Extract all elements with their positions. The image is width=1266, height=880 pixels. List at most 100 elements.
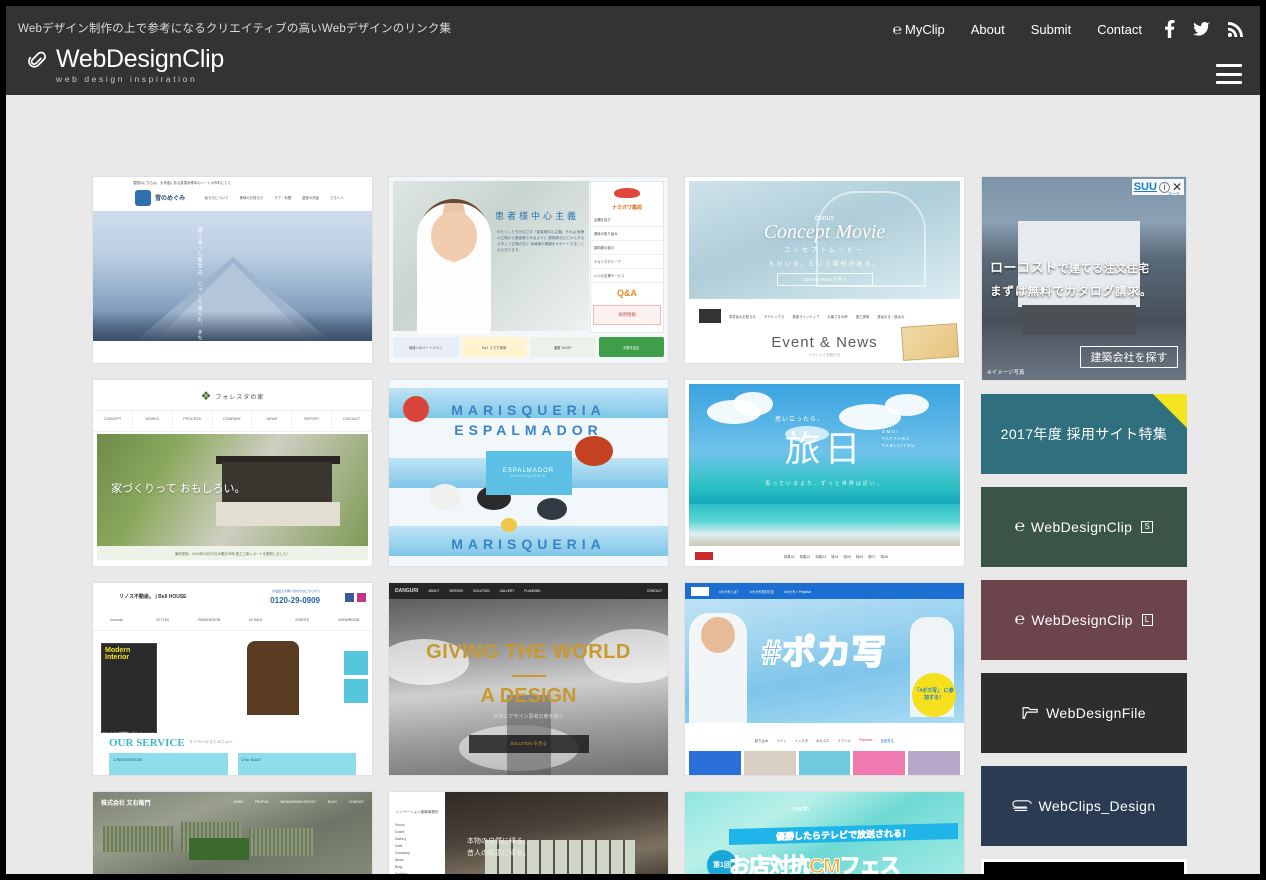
hamburger-bar xyxy=(1216,64,1242,67)
promo-label: WebDesignClip xyxy=(1031,612,1133,628)
thumb-menu-item: いつの支援サービス xyxy=(594,274,625,278)
thumb-footer-link: 特08 xyxy=(880,554,888,559)
romaji-line: OMOI xyxy=(881,429,900,434)
card-tabijitsu[interactable]: 思い立ったら、 旅日 OMOI TATTARA TABIJITSU 思っているよ… xyxy=(684,379,965,567)
card-foresta-no-ie[interactable]: ❖ フォレスタの家 CONCEPT WORKS PROCESS COMPANY … xyxy=(92,379,373,567)
thumb-title-line1: GIVING THE WORLD xyxy=(426,641,631,663)
instagram-icon xyxy=(357,593,366,602)
thumb-menu-item: ナカジマグループ xyxy=(594,260,621,264)
tile xyxy=(798,751,851,775)
service-card-label: 1 RENOVATION xyxy=(113,757,143,762)
thumb-title-top: MARISQUERIA xyxy=(451,402,606,418)
thumb-nav-item: SERVICE xyxy=(449,589,464,593)
thumbnail-image: 雪国のにちらは、大事金にある豪雪地帯本のハートの市町にとに 雪のめぐみ 私たちに… xyxy=(93,177,372,363)
thumb-nav-item: さらへへ xyxy=(330,196,344,200)
thumb-caption: インテリア雑誌 『Modern Interior』 掲載物件はコチラ！ xyxy=(101,731,203,736)
thumb-title: お店対抗CMフェス xyxy=(729,855,902,875)
thumb-nav-item: Gallery xyxy=(395,837,407,841)
thumb-nav-item: CONTACT xyxy=(646,589,662,593)
card-renovation-kenchiku[interactable]: リノベーション建築事務所 Vision Guide Gallery Café C… xyxy=(388,791,669,874)
thumb-brand-mark xyxy=(695,552,713,560)
promo-size-badge: S xyxy=(1141,521,1154,533)
thumb-nav-item: お客さまの声 xyxy=(827,314,848,319)
card-matazaemon-farm[interactable]: 株式会社 又右衛門 NEWS PROFILE MATAZAEMON SELECT… xyxy=(92,791,373,874)
card-omise-taikou-cm-fes[interactable]: earth 優勝したらテレビで放送される！ 第1回 お店対抗CMフェス xyxy=(684,791,965,874)
tile xyxy=(853,751,906,775)
card-rinos-bell-house[interactable]: リノス不動産。 | Bell HOUSE お電話でお問い合わせはこちらから 01… xyxy=(92,582,373,776)
logo-title: WebDesignClip xyxy=(56,45,224,73)
rss-icon[interactable] xyxy=(1219,20,1252,39)
magazine-cover: Modern Interior xyxy=(101,643,157,733)
card-nakagawa-pharmacy[interactable]: 患者様中心主義 わたくしたちが目ざす「患者様中心主義」それは 医療の立場から患者… xyxy=(388,176,669,364)
ad-network-name: SUU xyxy=(1133,181,1157,193)
thumb-footer: 最終更新：2016年03月23日水曜日05時 施工工事レポートを更新しました！ xyxy=(97,546,368,560)
thumb-brand-name: フォレスタの家 xyxy=(215,394,265,401)
nav-myclip[interactable]: ℮ MyClip xyxy=(880,19,958,39)
thumb-footer xyxy=(93,341,372,363)
field-plot xyxy=(103,826,173,852)
nav-submit[interactable]: Submit xyxy=(1018,20,1084,39)
thumb-band: 優勝したらテレビで放送される！ xyxy=(729,823,958,845)
thumb-footer-link: 特集02 xyxy=(799,554,811,559)
thumb-menu-item: 店舗を探す xyxy=(594,218,611,222)
thumb-hero xyxy=(93,211,372,363)
thumb-nav-item: 選ばれる・選ばれ xyxy=(877,314,905,319)
tile xyxy=(908,751,960,775)
thumb-cta-button: Concept Movie を見る xyxy=(776,273,873,286)
thumbnail-image: MARISQUERIA ESPALMADOR MARISQUERIA ESPAL… xyxy=(389,380,668,566)
sidebar: SUU i ✕ スーモ ローコストで建てる注文住宅 まずは無料でカタログ請求。 … xyxy=(981,176,1187,874)
twitter-icon[interactable] xyxy=(1184,20,1219,38)
thumb-brand-mark xyxy=(691,586,709,596)
thumb-nav: CONCEPT WORKS PROCESS COMPANY NEWS REPOR… xyxy=(93,410,372,432)
cta-label: SOLUTION を見る xyxy=(510,741,547,746)
card-giving-the-world-a-design[interactable]: DANGURI ABOUT SERVICE SOLUTION GALLERY P… xyxy=(388,582,669,776)
card-pokasha-pocari[interactable]: #ポカ写とは？ #ポカ写参加方法 #ポカ写 × Pepbeat ‌ #ポカ写 xyxy=(684,582,965,776)
hamburger-menu-icon[interactable] xyxy=(1216,64,1242,84)
romaji-line: TABIJITSU xyxy=(881,443,916,448)
thumb-brand-name: earth xyxy=(793,806,809,813)
promo-webclips-design[interactable]: WebClips_Design xyxy=(981,766,1187,846)
card-marisqueria-espalmador[interactable]: MARISQUERIA ESPALMADOR MARISQUERIA ESPAL… xyxy=(388,379,669,567)
thumb-nav-item: News xyxy=(395,858,404,862)
deer-shape xyxy=(247,641,299,715)
thumb-nav-item: Blog xyxy=(395,865,403,869)
thumb-tel-note: お電話でお問い合わせはこちらから xyxy=(271,589,320,593)
card-bonus-concept-movie[interactable]: bonus Concept Movie コンセプトムービー ただいま。という場所… xyxy=(684,176,965,364)
thumb-coupon xyxy=(900,323,960,361)
food-blob xyxy=(429,484,461,510)
thumb-footer-link: ツイッ xyxy=(776,738,787,743)
thumb-nav-item: PROFILE xyxy=(255,800,269,804)
thumbnail-image: 思い立ったら、 旅日 OMOI TATTARA TABIJITSU 思っているよ… xyxy=(685,380,964,566)
thumb-nav-item: NEWS xyxy=(233,800,244,804)
thumb-nav-item: REPORT xyxy=(292,411,333,431)
rss-glyph xyxy=(1228,21,1243,37)
top-navigation: ℮ MyClip About Submit Contact xyxy=(880,18,1252,40)
house-wall xyxy=(216,502,341,526)
thumb-hero-text: 本物の自然に帰る。 昔人の知恵に帰る。 xyxy=(467,836,530,860)
leaf-icon: ❖ xyxy=(200,389,212,403)
thumb-nav-item: NEWS xyxy=(252,411,293,431)
promo-webdesignclip-s[interactable]: ℮ WebDesignClip S xyxy=(981,487,1187,567)
clips-icon xyxy=(1012,800,1033,811)
promo-recruit-feature[interactable]: 2017年度 採用サイト特集 xyxy=(981,394,1187,474)
ad-cta-button[interactable]: 建築会社を探す xyxy=(1080,346,1178,368)
ad-banner-suumo[interactable]: SUU i ✕ スーモ ローコストで建てる注文住宅 まずは無料でカタログ請求。 … xyxy=(981,176,1187,381)
thumb-nav-item: RENOVATION xyxy=(198,618,221,622)
promo-webdesignclip-l[interactable]: ℮ WebDesignClip L xyxy=(981,580,1187,660)
nav-about[interactable]: About xyxy=(958,20,1018,39)
thumb-nav: Concept STYLES RENOVATION for SALE EVENT… xyxy=(93,613,372,631)
site-logo[interactable]: WebDesignClip web design inspiration xyxy=(28,46,224,84)
ad-banner-starwars[interactable]: STAR xyxy=(981,859,1187,874)
nav-contact[interactable]: Contact xyxy=(1084,20,1155,39)
card-yukinomegumi[interactable]: 雪国のにちらは、大事金にある豪雪地帯本のハートの市町にとに 雪のめぐみ 私たちに… xyxy=(92,176,373,364)
facebook-glyph xyxy=(1165,20,1175,38)
thumb-hero: 株式会社 又右衛門 NEWS PROFILE MATAZAEMON SELECT… xyxy=(93,792,372,874)
thumb-nav-item: 見学会のお知らせ xyxy=(729,314,757,319)
facebook-icon[interactable] xyxy=(1155,18,1184,40)
foreground-shade xyxy=(93,311,372,341)
clip-logo-icon xyxy=(28,51,47,68)
thumb-nav-item: CONCEPT xyxy=(93,411,133,431)
romaji-line: TATTARA xyxy=(881,436,911,441)
ad-headline-rest: で建てる注文住宅 xyxy=(1057,263,1150,275)
promo-webdesignfile[interactable]: WebDesignFile xyxy=(981,673,1187,753)
